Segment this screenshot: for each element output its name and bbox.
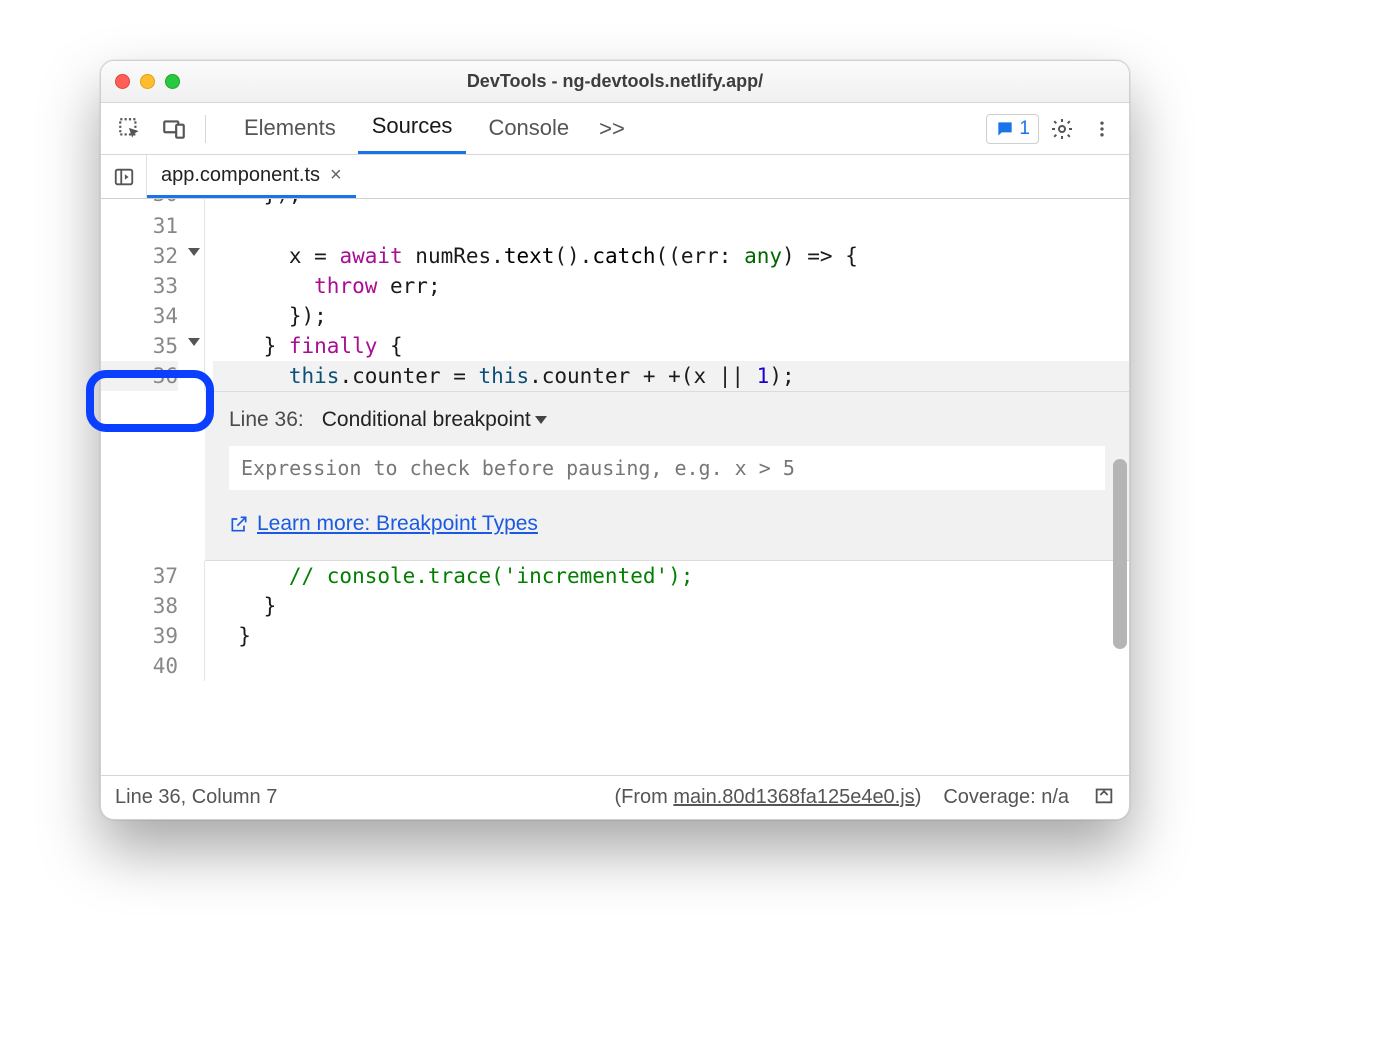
line-number[interactable]: 37 bbox=[101, 561, 178, 591]
settings-icon[interactable] bbox=[1045, 112, 1079, 146]
breakpoint-type-dropdown[interactable]: Conditional breakpoint bbox=[322, 408, 547, 432]
line-number[interactable]: 36 bbox=[101, 361, 178, 391]
more-options-icon[interactable] bbox=[1085, 112, 1119, 146]
line-number[interactable]: 31 bbox=[101, 211, 178, 241]
breakpoint-type-label: Conditional breakpoint bbox=[322, 408, 531, 432]
line-number[interactable]: 33 bbox=[101, 271, 178, 301]
window-title: DevTools - ng-devtools.netlify.app/ bbox=[101, 71, 1129, 92]
line-number[interactable]: 30 bbox=[101, 199, 178, 211]
console-drawer-toggle-icon[interactable] bbox=[1093, 784, 1115, 812]
line-number[interactable]: 34 bbox=[101, 301, 178, 331]
breakpoint-editor-panel: Line 36: Conditional breakpoint Learn mo… bbox=[205, 391, 1129, 561]
tab-sources[interactable]: Sources bbox=[358, 103, 467, 154]
code-line[interactable] bbox=[213, 651, 1129, 681]
line-number[interactable]: 40 bbox=[101, 651, 178, 681]
line-number[interactable]: 39 bbox=[101, 621, 178, 651]
main-toolbar: Elements Sources Console >> 1 bbox=[101, 103, 1129, 155]
code-line[interactable]: }); bbox=[213, 301, 1129, 331]
issues-button[interactable]: 1 bbox=[986, 114, 1039, 144]
code-line[interactable]: } bbox=[213, 591, 1129, 621]
file-tab-label: app.component.ts bbox=[161, 164, 320, 187]
code-line[interactable]: x = await numRes.text().catch((err: any)… bbox=[213, 241, 1129, 271]
line-number[interactable]: 35 bbox=[101, 331, 178, 361]
vertical-scrollbar[interactable] bbox=[1113, 459, 1127, 649]
breakpoint-line-label: Line 36: bbox=[229, 408, 304, 432]
code-line[interactable]: throw err; bbox=[213, 271, 1129, 301]
close-tab-icon[interactable]: × bbox=[330, 164, 342, 187]
fold-icon[interactable] bbox=[188, 248, 200, 256]
code-line[interactable]: this.counter = this.counter + +(x || 1); bbox=[213, 361, 1129, 391]
toolbar-divider bbox=[205, 115, 206, 143]
line-number[interactable]: 38 bbox=[101, 591, 178, 621]
tab-elements[interactable]: Elements bbox=[230, 105, 350, 153]
learn-more-link[interactable]: Learn more: Breakpoint Types bbox=[229, 512, 538, 536]
inspect-element-icon[interactable] bbox=[111, 110, 149, 148]
cursor-position: Line 36, Column 7 bbox=[115, 786, 277, 809]
line-number[interactable]: 32 bbox=[101, 241, 178, 271]
learn-more-label: Learn more: Breakpoint Types bbox=[257, 512, 538, 536]
tab-console[interactable]: Console bbox=[474, 105, 583, 153]
source-map-file-link[interactable]: main.80d1368fa125e4e0.js bbox=[673, 786, 914, 808]
chevron-down-icon bbox=[535, 416, 547, 424]
tabs-overflow-button[interactable]: >> bbox=[591, 116, 633, 142]
issues-count: 1 bbox=[1019, 118, 1030, 140]
titlebar: DevTools - ng-devtools.netlify.app/ bbox=[101, 61, 1129, 103]
code-line[interactable]: }); bbox=[213, 199, 1129, 211]
code-line[interactable]: // console.trace('incremented'); bbox=[213, 561, 1129, 591]
code-line[interactable]: } finally { bbox=[213, 331, 1129, 361]
code-line[interactable] bbox=[213, 211, 1129, 241]
devtools-window: DevTools - ng-devtools.netlify.app/ Elem… bbox=[100, 60, 1130, 820]
source-mapped-from: (From main.80d1368fa125e4e0.js) bbox=[614, 786, 921, 809]
navigator-toggle-icon[interactable] bbox=[101, 155, 147, 198]
breakpoint-condition-input[interactable] bbox=[229, 446, 1105, 490]
code-line[interactable]: } bbox=[213, 621, 1129, 651]
panel-tabs: Elements Sources Console >> bbox=[230, 103, 633, 154]
status-bar: Line 36, Column 7 (From main.80d1368fa12… bbox=[101, 775, 1129, 819]
coverage-status: Coverage: n/a bbox=[943, 786, 1069, 809]
file-tab-app-component[interactable]: app.component.ts × bbox=[147, 155, 356, 198]
source-editor: 30 }); 3132 x = await numRes.text().catch… bbox=[101, 199, 1129, 775]
file-tab-bar: app.component.ts × bbox=[101, 155, 1129, 199]
device-toolbar-icon[interactable] bbox=[155, 110, 193, 148]
fold-icon[interactable] bbox=[188, 338, 200, 346]
